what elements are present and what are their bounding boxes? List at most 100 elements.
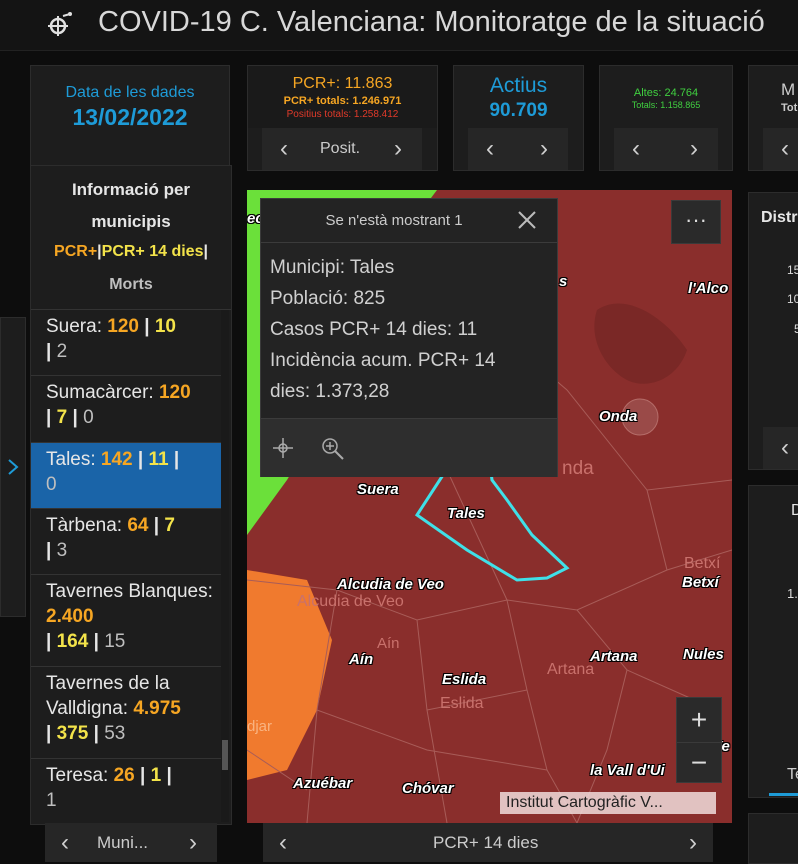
chevron-right-icon[interactable]: ›: [690, 137, 698, 161]
popup-municipi: Municipi: Tales: [270, 257, 395, 278]
zoom-to-icon[interactable]: [321, 437, 345, 461]
list-nav: ‹ Muni... ›: [45, 823, 217, 862]
map-label: Aín: [377, 635, 400, 652]
chevron-right-icon[interactable]: ›: [189, 831, 197, 855]
pcr-card: PCR+: 11.863 PCR+ totals: 1.246.971 Posi…: [247, 65, 438, 171]
altes-card: Altes: 24.764 Totals: 1.158.865 ‹ ›: [599, 65, 733, 171]
app-header: COVID-19 C. Valenciana: Monitoratge de l…: [0, 0, 798, 51]
map-label: Onda: [599, 408, 638, 425]
popup-incidencia-1: Incidència acum. PCR+ 14: [270, 350, 496, 371]
close-icon[interactable]: [518, 211, 536, 229]
pan-icon[interactable]: [273, 438, 293, 458]
map-nav-label: PCR+ 14 dies: [433, 833, 539, 852]
legend-sep: |: [203, 243, 208, 260]
pcr-nav-label: Posit.: [320, 140, 361, 157]
list-item-selected[interactable]: Tales: 142 | 11 | 0: [31, 443, 221, 509]
map-label: Aín: [349, 651, 374, 668]
actius-nav: ‹ ›: [468, 128, 568, 170]
list-scrollbar[interactable]: [221, 310, 229, 822]
legend-morts: Morts: [109, 276, 153, 293]
map-label: Alcudia de Veo: [297, 593, 404, 610]
list-item[interactable]: Teresa: 26 | 1 | 1: [31, 759, 221, 822]
pcr-card-body: PCR+: 11.863 PCR+ totals: 1.246.971 Posi…: [248, 66, 437, 128]
more-icon: ···: [685, 207, 707, 232]
virus-icon: [48, 12, 72, 36]
date-label: Data de les dades: [65, 84, 195, 101]
map-label: djar: [247, 718, 273, 735]
list-item[interactable]: Suera: 120 | 10 | 2: [31, 310, 221, 376]
map-attribution[interactable]: Institut Cartogràfic V...: [500, 792, 716, 814]
date-card: Data de les dades 13/02/2022: [30, 65, 230, 171]
zoom-control: + −: [676, 697, 722, 783]
map-label: Betxí: [684, 555, 721, 572]
date-value: 13/02/2022: [72, 104, 188, 130]
right-lower-value: 1.: [787, 586, 798, 601]
map-label: Artana: [590, 648, 638, 665]
map-label: Chóvar: [402, 780, 454, 797]
chevron-right-icon[interactable]: ›: [689, 831, 697, 855]
actius-value: 90.709: [489, 100, 548, 121]
partial-card: M Tot ‹: [748, 65, 798, 171]
map-label: nda: [562, 458, 594, 479]
altes-totals: Totals: 1.158.865: [631, 100, 701, 110]
list-item[interactable]: Sumacàrcer: 120 | 7 | 0: [31, 376, 221, 443]
legend-pcr14: PCR+ 14 dies: [101, 243, 204, 260]
popup-header-text: Se n'està mostrant 1: [325, 212, 463, 229]
list-item[interactable]: Tavernes Blanques: 2.400 | 164 | 15: [31, 575, 221, 667]
list-item[interactable]: Tàrbena: 64 | 7 | 3: [31, 509, 221, 575]
pcr-totals: PCR+ totals: 1.246.971: [283, 95, 402, 107]
map-label: s: [559, 273, 568, 290]
distr-nav: ‹: [763, 427, 798, 469]
chevron-left-icon[interactable]: ‹: [781, 436, 789, 460]
tab-te-label: Te: [787, 766, 798, 783]
actius-card: Actius 90.709 ‹ ›: [453, 65, 584, 171]
list-title-line1: Informació per: [71, 180, 191, 199]
right-lower-title: D: [791, 502, 798, 519]
chevron-right-icon[interactable]: ›: [540, 137, 548, 161]
altes-main: Altes: 24.764: [633, 87, 699, 99]
popup-incidencia-2: dies: 1.373,28: [270, 381, 390, 402]
chevron-left-icon[interactable]: ‹: [781, 137, 789, 161]
list-item[interactable]: Tavernes de la Valldigna: 4.975 | 375 | 5…: [31, 667, 221, 759]
map-label: Artana: [547, 661, 595, 678]
pcr-main: PCR+: 11.863: [292, 75, 393, 92]
distribution-panel: Distr 15 10 5 ‹: [748, 192, 798, 470]
partial-nav: ‹: [763, 128, 798, 170]
map-nav: ‹ PCR+ 14 dies ›: [263, 823, 713, 862]
map-label: Eslida: [440, 695, 484, 712]
map-label: Tales: [447, 505, 485, 522]
list-scrollbar-thumb[interactable]: [222, 740, 228, 770]
caret-right-icon: [8, 459, 19, 475]
chevron-left-icon[interactable]: ‹: [486, 137, 494, 161]
distr-title: Distr: [761, 209, 798, 226]
map-label: Alcudia de Veo: [337, 576, 444, 593]
legend-pcr: PCR+: [54, 243, 98, 260]
chevron-right-icon[interactable]: ›: [394, 137, 402, 161]
partial-line2: Tot: [781, 102, 798, 114]
axis-tick: 15: [787, 263, 798, 277]
list-nav-label: Muni...: [97, 833, 149, 852]
list-title-line2: municipis: [91, 212, 171, 231]
sidebar-toggle[interactable]: [0, 317, 26, 617]
tab-te[interactable]: Te: [769, 754, 798, 796]
map-label: l'Alco: [688, 280, 729, 297]
map-label: Nules: [683, 646, 724, 663]
partial-line1: M: [781, 80, 796, 99]
zoom-in-button[interactable]: +: [677, 700, 721, 740]
chevron-left-icon[interactable]: ‹: [280, 137, 288, 161]
zoom-out-button[interactable]: −: [677, 742, 721, 783]
popup-poblacio: Població: 825: [270, 288, 386, 309]
municipis-panel: Informació per municipis PCR+ |PCR+ 14 di…: [30, 165, 232, 825]
axis-tick: 5: [794, 322, 798, 336]
municipis-list: Suera: 120 | 10 | 2 Sumacàrcer: 120 | 7 | …: [31, 309, 231, 822]
map-label: la Vall d'Ui: [590, 762, 665, 779]
right-lower-panel: D 1. Te: [748, 485, 798, 798]
list-legend: PCR+|PCR+ 14 dies|: [31, 243, 231, 261]
map-menu-button[interactable]: ···: [671, 200, 721, 244]
page-title: COVID-19 C. Valenciana: Monitoratge de l…: [98, 6, 765, 38]
chevron-left-icon[interactable]: ‹: [632, 137, 640, 161]
chevron-left-icon[interactable]: ‹: [61, 831, 69, 855]
popup-header: Se n'està mostrant 1: [261, 199, 557, 243]
actius-label: Actius: [489, 74, 548, 97]
chevron-left-icon[interactable]: ‹: [279, 831, 287, 855]
